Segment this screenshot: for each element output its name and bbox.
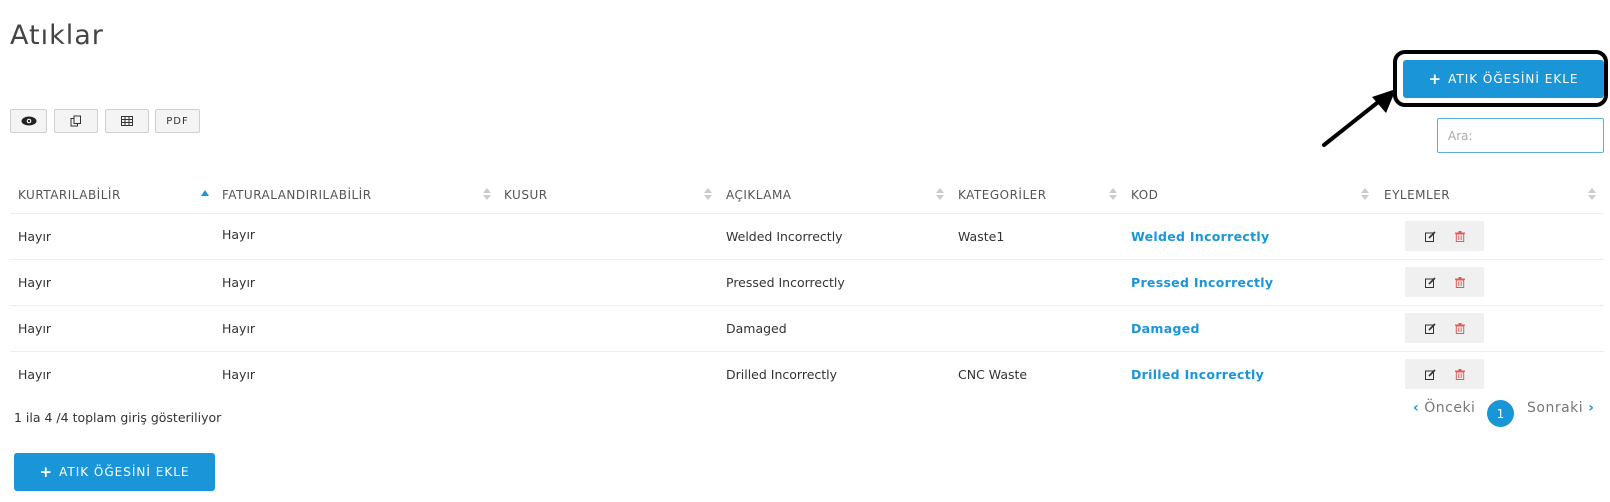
cell-billable: Hayır: [222, 321, 256, 336]
trash-icon[interactable]: [1454, 368, 1465, 380]
copy-icon: [70, 115, 82, 127]
table-info: 1 ila 4 /4 toplam giriş gösteriliyor: [14, 410, 222, 425]
column-header-defect[interactable]: KUSUR: [504, 188, 548, 202]
cell-description: Pressed Incorrectly: [726, 275, 845, 290]
copy-button[interactable]: [54, 109, 98, 133]
cell-description: Drilled Incorrectly: [726, 367, 838, 382]
next-label: Sonraki: [1527, 400, 1584, 416]
cell-recoverable: Hayır: [18, 321, 52, 336]
plus-icon: +: [1428, 69, 1443, 88]
eye-icon: [21, 116, 37, 126]
row-actions: [1405, 267, 1484, 297]
sort-icon[interactable]: [1109, 187, 1117, 201]
edit-icon[interactable]: [1424, 276, 1436, 288]
trash-icon[interactable]: [1454, 322, 1465, 334]
trash-icon[interactable]: [1454, 276, 1465, 288]
table-icon: [121, 116, 133, 126]
sort-icon[interactable]: [483, 187, 491, 201]
column-header-recoverable[interactable]: KURTARILABİLİR: [18, 188, 121, 202]
cell-code-link[interactable]: Welded Incorrectly: [1131, 229, 1269, 244]
prev-label: Önceki: [1424, 400, 1476, 416]
add-waste-item-button-top[interactable]: + ATIK ÖĞESİNİ EKLE: [1403, 60, 1604, 98]
cell-code-link[interactable]: Drilled Incorrectly: [1131, 367, 1264, 382]
chevron-right-icon: ›: [1588, 400, 1595, 416]
row-actions: [1405, 313, 1484, 343]
search-input[interactable]: [1437, 118, 1604, 153]
cell-recoverable: Hayır: [18, 367, 52, 382]
add-waste-item-label: ATIK ÖĞESİNİ EKLE: [59, 465, 190, 479]
cell-code-link[interactable]: Pressed Incorrectly: [1131, 275, 1273, 290]
pagination-next[interactable]: Sonraki ›: [1527, 400, 1594, 416]
cell-recoverable: Hayır: [18, 229, 52, 244]
row-divider: [10, 351, 1604, 352]
row-divider: [10, 305, 1604, 306]
cell-recoverable: Hayır: [18, 275, 52, 290]
sort-icon[interactable]: [1361, 187, 1369, 201]
sort-asc-icon[interactable]: [201, 187, 209, 201]
column-header-code[interactable]: KOD: [1131, 188, 1158, 202]
cell-category: Waste1: [958, 229, 1005, 244]
pagination-prev[interactable]: ‹ Önceki: [1413, 400, 1475, 416]
sort-icon[interactable]: [1588, 187, 1596, 201]
pdf-button[interactable]: PDF: [155, 109, 200, 133]
cell-category: CNC Waste: [958, 367, 1028, 382]
column-header-description[interactable]: AÇIKLAMA: [726, 188, 792, 202]
cell-description: Welded Incorrectly: [726, 229, 843, 244]
edit-icon[interactable]: [1424, 322, 1436, 334]
edit-icon[interactable]: [1424, 230, 1436, 242]
row-actions: [1405, 359, 1484, 389]
column-visibility-button[interactable]: [10, 109, 47, 133]
pagination-page-1[interactable]: 1: [1487, 400, 1514, 427]
sort-icon[interactable]: [936, 187, 944, 201]
cell-billable: Hayır: [222, 275, 256, 290]
divider: [10, 213, 1604, 214]
row-divider: [10, 259, 1604, 260]
column-header-categories[interactable]: KATEGORİLER: [958, 188, 1047, 202]
add-waste-item-label: ATIK ÖĞESİNİ EKLE: [1448, 72, 1579, 86]
pointer-arrow-icon: [1322, 89, 1396, 147]
cell-billable: Hayır: [222, 227, 256, 242]
chevron-left-icon: ‹: [1413, 400, 1420, 416]
row-actions: [1405, 221, 1484, 251]
column-header-billable[interactable]: FATURALANDIRILABİLİR: [222, 188, 372, 202]
column-header-actions[interactable]: EYLEMLER: [1384, 188, 1450, 202]
cell-code-link[interactable]: Damaged: [1131, 321, 1200, 336]
cell-billable: Hayır: [222, 367, 256, 382]
cell-description: Damaged: [726, 321, 787, 336]
add-waste-item-button-bottom[interactable]: + ATIK ÖĞESİNİ EKLE: [14, 453, 215, 491]
plus-icon: +: [39, 462, 54, 481]
trash-icon[interactable]: [1454, 230, 1465, 242]
sort-icon[interactable]: [704, 187, 712, 201]
page-title: Atıklar: [10, 20, 104, 52]
edit-icon[interactable]: [1424, 368, 1436, 380]
excel-button[interactable]: [105, 109, 149, 133]
